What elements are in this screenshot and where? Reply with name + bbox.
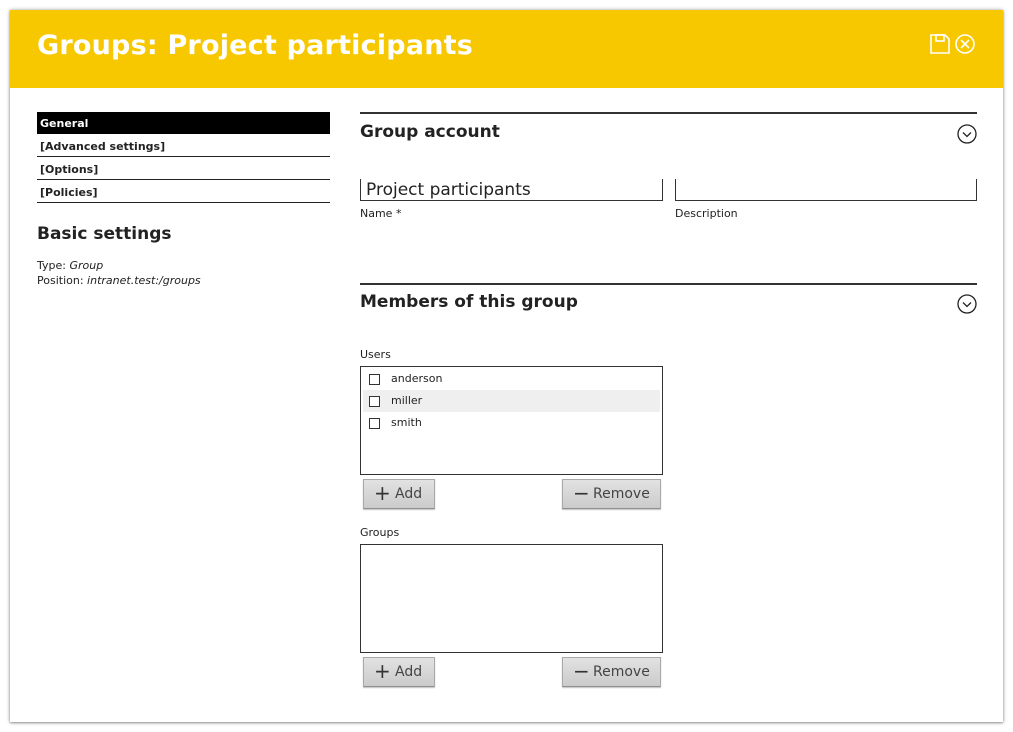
tab-general[interactable]: General bbox=[37, 112, 330, 134]
add-group-button[interactable]: + Add bbox=[363, 657, 435, 687]
checkbox[interactable] bbox=[369, 418, 380, 429]
members-divider bbox=[360, 283, 977, 285]
checkbox[interactable] bbox=[369, 374, 380, 385]
tab-options[interactable]: [Options] bbox=[37, 158, 330, 180]
add-user-label: Add bbox=[395, 486, 423, 502]
remove-user-button[interactable]: − Remove bbox=[562, 479, 661, 509]
description-input[interactable] bbox=[675, 179, 977, 201]
close-icon[interactable] bbox=[954, 33, 976, 55]
description-label: Description bbox=[675, 207, 738, 220]
groups-label: Groups bbox=[360, 526, 400, 539]
checkbox[interactable] bbox=[369, 396, 380, 407]
tab-advanced-settings[interactable]: [Advanced settings] bbox=[37, 135, 330, 157]
user-name: smith bbox=[391, 416, 422, 429]
users-listbox[interactable]: anderson miller smith bbox=[360, 366, 663, 475]
tab-policies[interactable]: [Policies] bbox=[37, 181, 330, 203]
minus-icon: − bbox=[573, 659, 590, 683]
position-label: Position: bbox=[37, 274, 84, 287]
plus-icon: + bbox=[374, 481, 391, 505]
minus-icon: − bbox=[573, 481, 590, 505]
group-account-title: Group account bbox=[360, 122, 500, 142]
remove-group-button[interactable]: − Remove bbox=[562, 657, 661, 687]
save-icon[interactable] bbox=[929, 33, 951, 55]
basic-settings-info: Type: Group Position: intranet.test:/gro… bbox=[37, 258, 201, 288]
remove-group-label: Remove bbox=[593, 664, 650, 680]
list-item[interactable]: smith bbox=[363, 412, 660, 434]
list-item[interactable]: miller bbox=[363, 390, 660, 412]
name-input[interactable]: Project participants bbox=[360, 179, 663, 201]
sidebar-tabs: General [Advanced settings] [Options] [P… bbox=[37, 112, 330, 204]
chevron-down-icon[interactable] bbox=[956, 123, 978, 145]
dialog-title: Groups: Project participants bbox=[37, 30, 474, 61]
group-dialog: Groups: Project participants General [Ad… bbox=[10, 10, 1003, 722]
remove-user-label: Remove bbox=[593, 486, 650, 502]
plus-icon: + bbox=[374, 659, 391, 683]
user-name: miller bbox=[391, 394, 423, 407]
groups-listbox[interactable] bbox=[360, 544, 663, 653]
group-account-divider bbox=[360, 112, 977, 114]
add-group-label: Add bbox=[395, 664, 423, 680]
add-user-button[interactable]: + Add bbox=[363, 479, 435, 509]
user-name: anderson bbox=[391, 372, 443, 385]
type-value: Group bbox=[69, 259, 104, 272]
title-bar: Groups: Project participants bbox=[10, 10, 1003, 88]
basic-settings-heading: Basic settings bbox=[37, 224, 172, 244]
position-value: intranet.test:/groups bbox=[87, 274, 201, 287]
type-label: Type: bbox=[37, 259, 66, 272]
members-title: Members of this group bbox=[360, 292, 578, 312]
list-item[interactable]: anderson bbox=[363, 368, 660, 390]
name-label: Name * bbox=[360, 207, 402, 220]
users-label: Users bbox=[360, 348, 391, 361]
chevron-down-icon[interactable] bbox=[956, 293, 978, 315]
